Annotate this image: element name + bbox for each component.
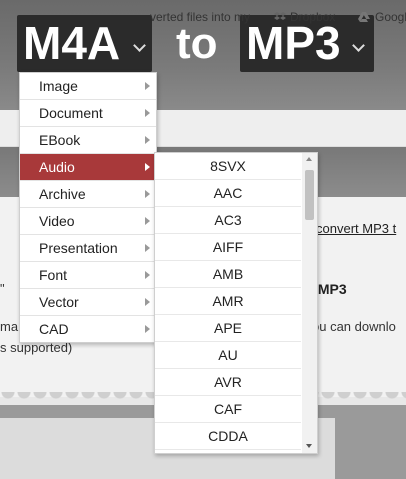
category-item-ebook[interactable]: EBook [20,127,156,154]
chevron-right-icon [145,325,150,333]
format-item-ape[interactable]: APE [155,315,301,342]
category-menu: Image Document EBook Audio Archive Video… [19,72,157,343]
left-text: ma [0,319,19,334]
category-item-video[interactable]: Video [20,208,156,235]
chevron-right-icon [145,244,150,252]
format-item-avr[interactable]: AVR [155,369,301,396]
from-format-select[interactable]: M4A [17,15,152,72]
format-item-caf[interactable]: CAF [155,396,301,423]
format-menu-scrollbar[interactable] [302,153,317,453]
save-to-text: verted files into my [150,10,251,24]
format-menu: 8SVX AAC AC3 AIFF AMB AMR APE AU AVR CAF… [154,152,318,454]
chevron-right-icon [145,190,150,198]
chevron-right-icon [145,217,150,225]
category-item-font[interactable]: Font [20,262,156,289]
chevron-right-icon [145,109,150,117]
category-label: Document [39,105,103,121]
category-item-cad[interactable]: CAD [20,316,156,342]
chevron-down-icon [352,39,365,52]
scroll-down-icon[interactable] [306,444,312,448]
scroll-thumb[interactable] [305,170,314,220]
chevron-right-icon [145,136,150,144]
category-item-vector[interactable]: Vector [20,289,156,316]
format-item-aac[interactable]: AAC [155,180,301,207]
category-label: CAD [39,321,69,337]
dropbox-link[interactable]: Dropbox [290,10,335,24]
category-label: Font [39,267,68,283]
format-item-amr[interactable]: AMR [155,288,301,315]
category-label: Video [39,213,75,229]
category-item-image[interactable]: Image [20,73,156,100]
category-item-presentation[interactable]: Presentation [20,235,156,262]
chevron-right-icon [145,163,150,171]
scroll-up-icon[interactable] [306,157,312,161]
format-item-aiff[interactable]: AIFF [155,234,301,261]
category-label: Archive [39,186,86,202]
category-label: Presentation [39,240,118,256]
format-item-ac3[interactable]: AC3 [155,207,301,234]
category-label: Image [39,78,78,94]
category-item-document[interactable]: Document [20,100,156,127]
category-item-audio[interactable]: Audio [20,154,156,181]
chevron-right-icon [145,271,150,279]
download-text: ou can downlo [312,319,396,334]
chevron-right-icon [145,82,150,90]
left-quote-text: " [0,281,5,296]
convert-link[interactable]: convert MP3 t [316,221,396,236]
category-label: EBook [39,132,81,148]
format-item-cdda[interactable]: CDDA [155,423,301,450]
dropbox-icon[interactable] [274,11,286,23]
category-item-archive[interactable]: Archive [20,181,156,208]
chevron-down-icon [133,39,146,52]
google-drive-icon[interactable] [358,11,370,23]
format-item-8svx[interactable]: 8SVX [155,153,301,180]
chevron-right-icon [145,298,150,306]
format-item-amb[interactable]: AMB [155,261,301,288]
category-label: Vector [39,294,79,310]
google-drive-link[interactable]: Googl [375,10,406,24]
category-label: Audio [39,159,75,175]
format-item-au[interactable]: AU [155,342,301,369]
from-format-label: M4A [23,17,121,69]
